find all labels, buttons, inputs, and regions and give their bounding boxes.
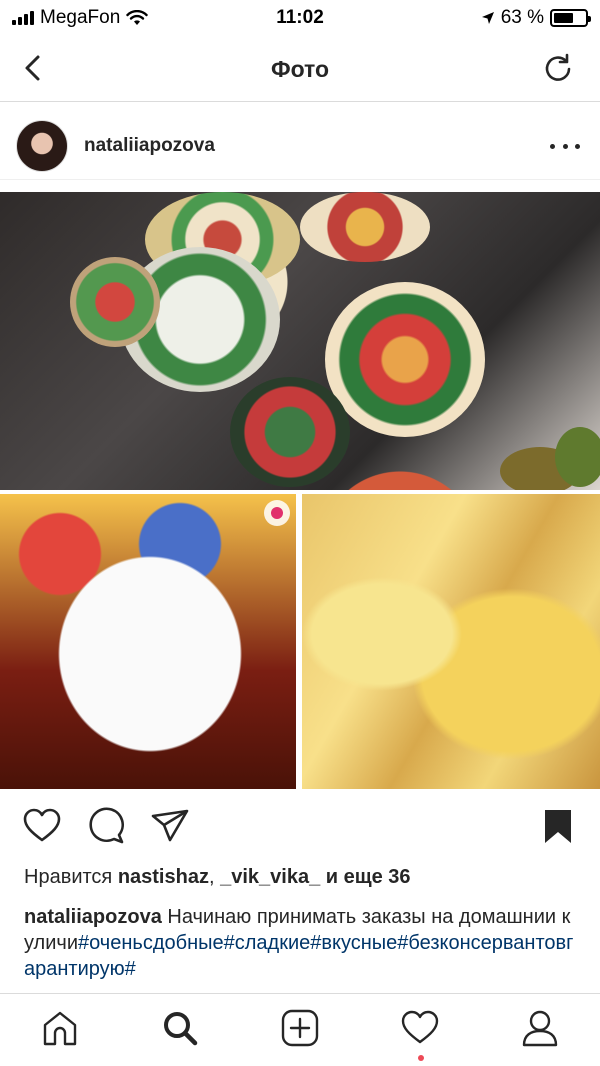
cake-shape — [325, 282, 485, 437]
post-username[interactable]: nataliiapozova — [84, 135, 215, 157]
status-right: 63 % — [481, 7, 591, 29]
battery-fill — [554, 13, 573, 23]
share-button[interactable] — [150, 806, 190, 846]
post-photo[interactable] — [0, 192, 600, 789]
cake-shape — [300, 192, 430, 262]
profile-icon — [522, 1010, 558, 1047]
bookmark-filled-icon — [545, 810, 571, 843]
post-actions — [0, 802, 600, 852]
media-badge — [264, 500, 290, 526]
comment-bubble-icon — [89, 807, 124, 844]
caption-author[interactable]: nataliiapozova — [24, 906, 162, 928]
photo-decorated-kulich — [0, 494, 296, 789]
likes-more-count[interactable]: и еще 36 — [320, 866, 411, 888]
likes-separator: , — [208, 866, 221, 888]
caption-hashtags[interactable]: #оченьсдобные#сладкие#вкусные#безконсерв… — [24, 932, 573, 980]
tab-home[interactable] — [37, 1008, 83, 1054]
comment-button[interactable] — [86, 806, 126, 846]
cake-shape — [70, 257, 160, 347]
notification-dot — [418, 1055, 424, 1061]
search-icon — [164, 1012, 198, 1046]
tab-add[interactable] — [277, 1008, 323, 1054]
post-header: nataliiapozova — [0, 112, 600, 180]
like-button[interactable] — [22, 806, 62, 846]
post-caption: nataliiapozova Начинаю принимать заказы … — [24, 904, 580, 992]
more-options-button[interactable] — [550, 132, 580, 160]
tab-activity[interactable] — [397, 1008, 443, 1054]
heart-outline-icon — [23, 808, 61, 842]
tab-search[interactable] — [157, 1008, 203, 1054]
liker-username[interactable]: nastishaz — [118, 866, 209, 888]
likes-prefix: Нравится — [24, 866, 118, 888]
back-button[interactable] — [16, 50, 52, 86]
nav-header: Фото — [0, 36, 600, 102]
tab-bar — [0, 993, 600, 1066]
tab-profile[interactable] — [517, 1008, 563, 1054]
more-dot — [575, 143, 580, 149]
refresh-button[interactable] — [540, 50, 576, 86]
photo-kulich-platter — [0, 192, 600, 490]
cake-shape — [230, 377, 350, 487]
liker-username[interactable]: _vik_vika_ — [220, 866, 320, 888]
battery-icon — [550, 9, 591, 27]
status-bar: MegaFon 11:02 63 % — [0, 0, 600, 36]
add-icon — [281, 1009, 319, 1047]
location-arrow-icon — [481, 12, 494, 24]
home-icon — [43, 1011, 77, 1046]
save-button[interactable] — [538, 806, 578, 846]
avatar[interactable] — [16, 120, 68, 172]
activity-heart-icon — [401, 1010, 439, 1044]
chevron-left-icon — [25, 55, 40, 81]
cake-shape — [555, 427, 600, 487]
refresh-icon — [545, 53, 571, 81]
page-title: Фото — [270, 56, 330, 82]
battery-percent: 63 % — [500, 7, 544, 28]
record-dot-icon — [271, 507, 283, 519]
photo-kulich-crumb — [302, 494, 600, 789]
paper-plane-icon — [151, 809, 189, 842]
more-dot — [562, 143, 568, 149]
more-dots-icon — [550, 143, 555, 149]
likes-line: Нравится nastishaz, _vik_vika_ и еще 36 — [24, 866, 580, 889]
